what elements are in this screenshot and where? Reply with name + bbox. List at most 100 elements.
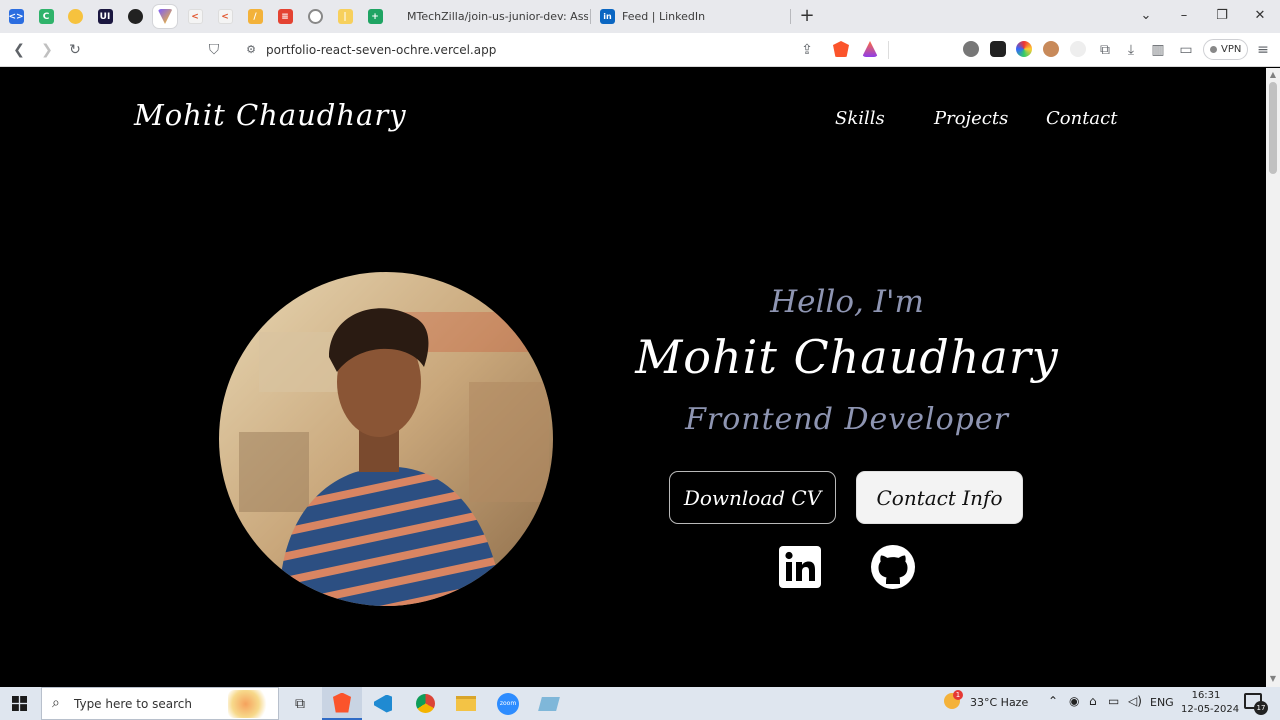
arc-icon: <	[187, 9, 203, 24]
hero-name: Mohit Chaudhary	[635, 330, 1059, 384]
tray-overflow-icon[interactable]: ⌃	[1048, 694, 1058, 708]
tab-linkedin[interactable]: in Feed | LinkedIn	[592, 5, 788, 28]
pinned-tab-pencil[interactable]: /	[243, 5, 267, 28]
github-icon	[127, 9, 143, 24]
linkedin-icon[interactable]	[777, 544, 823, 590]
pinned-tab-a[interactable]: <	[183, 5, 207, 28]
browser-toolbar: ❮ ❯ ↻ ⛉ ⚙ portfolio-react-seven-ochre.ve…	[0, 33, 1280, 67]
browser-tab-strip: <> C UI < < / ≡ | + MTechZilla/join-us-j…	[0, 0, 1280, 33]
bookmark-icon[interactable]: ⛉	[205, 41, 223, 59]
nav-projects[interactable]: Projects	[934, 108, 1008, 129]
nav-skills[interactable]: Skills	[835, 108, 885, 129]
site-settings-icon[interactable]: ⚙	[242, 41, 260, 59]
tray-record-icon[interactable]: ◉	[1069, 694, 1079, 708]
pinned-tab-eye[interactable]	[303, 5, 327, 28]
pinned-tab-ui[interactable]: UI	[93, 5, 117, 28]
maximize-icon[interactable]: ❐	[1212, 8, 1232, 23]
pinned-tab-brush[interactable]: |	[333, 5, 357, 28]
back-arrow-icon[interactable]: ❮	[10, 41, 28, 59]
tab-title: Feed | LinkedIn	[622, 10, 706, 23]
code-icon: <>	[8, 9, 24, 24]
scroll-down-icon[interactable]: ▼	[1269, 675, 1277, 683]
tab-github-repo[interactable]: MTechZilla/join-us-junior-dev: Assig	[392, 5, 588, 28]
tab-divider	[590, 9, 591, 24]
tab-search-icon[interactable]: ⌄	[1136, 8, 1156, 23]
sun-icon	[67, 9, 83, 24]
bug-icon[interactable]	[963, 41, 979, 57]
minimize-icon[interactable]: –	[1174, 8, 1194, 23]
pinned-tab-todo[interactable]: ≡	[273, 5, 297, 28]
new-tab-button[interactable]: +	[798, 7, 816, 25]
notification-icon[interactable]: 17	[1244, 693, 1268, 715]
forward-arrow-icon[interactable]: ❯	[38, 41, 56, 59]
ui-logo-icon: UI	[97, 9, 113, 24]
vite-icon	[157, 9, 173, 24]
plus-sheet-icon: +	[367, 9, 383, 24]
clock[interactable]: 16:31 12-05-2024	[1181, 689, 1239, 717]
page-scrollbar[interactable]: ▲ ▼	[1266, 68, 1280, 687]
profile-photo	[219, 272, 553, 606]
pinned-tab-vite[interactable]	[153, 5, 177, 28]
taskbar-vscode-icon[interactable]	[363, 687, 403, 720]
search-highlight-image	[228, 690, 272, 718]
linkedin-icon: in	[600, 9, 615, 24]
download-cv-button[interactable]: Download CV	[669, 471, 836, 524]
vpn-status-icon	[1210, 46, 1217, 53]
extensions-puzzle-icon[interactable]: ⧉	[1096, 41, 1114, 59]
task-view-icon[interactable]: ⧉	[280, 687, 320, 720]
taskbar-app-icon[interactable]	[529, 687, 569, 720]
battery-icon[interactable]: ▭	[1108, 694, 1119, 708]
extension-bubble-icon[interactable]	[1070, 41, 1086, 57]
wallet-icon[interactable]: ▭	[1177, 41, 1195, 59]
vpn-button[interactable]: VPN	[1203, 39, 1249, 60]
hero-greeting: Hello, I'm	[770, 284, 924, 320]
hero-role: Frontend Developer	[685, 402, 1009, 437]
arc-icon: <	[217, 9, 233, 24]
close-icon[interactable]: ✕	[1250, 8, 1270, 23]
todoist-icon: ≡	[277, 9, 293, 24]
download-icon[interactable]: ⤓	[1122, 41, 1140, 59]
pinned-tab-code[interactable]: <>	[4, 5, 28, 28]
brush-icon: |	[337, 9, 353, 24]
eye-icon	[307, 9, 323, 24]
notification-count: 17	[1254, 701, 1268, 715]
pinned-tab-sheets[interactable]: +	[363, 5, 387, 28]
pinned-tab-b[interactable]: <	[213, 5, 237, 28]
weather-icon[interactable]: 1	[944, 690, 963, 709]
taskbar-brave-icon[interactable]	[322, 687, 362, 720]
taskbar-file-explorer-icon[interactable]	[446, 687, 486, 720]
pinned-tab-sun[interactable]	[63, 5, 87, 28]
taskbar-search-box[interactable]: ⌕ Type here to search	[41, 687, 279, 720]
scroll-up-icon[interactable]: ▲	[1269, 71, 1277, 79]
portfolio-page: Mohit Chaudhary Skills Projects Contact	[0, 68, 1266, 687]
menu-icon[interactable]: ≡	[1254, 41, 1272, 59]
github-icon[interactable]	[870, 544, 916, 590]
pinned-tab-green[interactable]: C	[34, 5, 58, 28]
address-bar[interactable]: ⚙ portfolio-react-seven-ochre.vercel.app…	[236, 37, 882, 63]
share-icon[interactable]: ⇪	[798, 41, 816, 59]
scroll-thumb[interactable]	[1269, 82, 1277, 174]
language-indicator[interactable]: ENG	[1150, 696, 1174, 709]
c-logo-icon: C	[38, 9, 54, 24]
volume-icon[interactable]: ◁)	[1128, 694, 1142, 708]
clock-time: 16:31	[1191, 690, 1221, 701]
search-placeholder: Type here to search	[74, 696, 192, 711]
toolbar-divider	[888, 41, 889, 59]
font-icon[interactable]	[990, 41, 1006, 57]
pinned-tab-github[interactable]	[123, 5, 147, 28]
windows-start-icon[interactable]	[12, 696, 27, 711]
taskbar-zoom-icon[interactable]: zoom	[488, 687, 528, 720]
pencil-icon: /	[247, 9, 263, 24]
tray-usb-icon[interactable]: ⌂	[1089, 694, 1097, 708]
reload-icon[interactable]: ↻	[66, 41, 84, 59]
taskbar-chrome-icon[interactable]	[405, 687, 445, 720]
search-icon: ⌕	[52, 695, 60, 711]
weather-text[interactable]: 33°C Haze	[970, 696, 1028, 709]
nav-contact[interactable]: Contact	[1046, 108, 1117, 129]
site-logo[interactable]: Mohit Chaudhary	[134, 98, 407, 132]
contact-info-button[interactable]: Contact Info	[856, 471, 1023, 524]
vpn-label: VPN	[1221, 44, 1242, 55]
sidebar-icon[interactable]: ▥	[1149, 41, 1167, 59]
cookie-icon[interactable]	[1043, 41, 1059, 57]
color-picker-icon[interactable]	[1016, 41, 1032, 57]
